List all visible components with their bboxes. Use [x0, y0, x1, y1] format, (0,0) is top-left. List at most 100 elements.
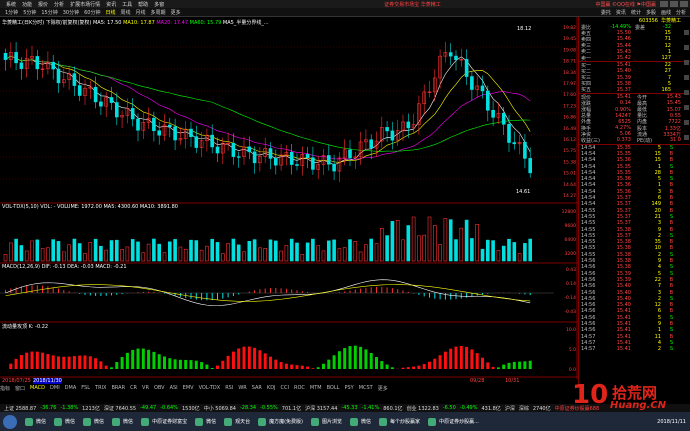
- tick-time: 14:55: [581, 220, 596, 227]
- level-volume: 165: [661, 86, 671, 93]
- indicator-tab[interactable]: RSI: [225, 385, 233, 391]
- menu-item[interactable]: 系统: [6, 1, 16, 8]
- toolbar-right-item[interactable]: 统计: [631, 9, 641, 16]
- indicator-tab[interactable]: 指标: [0, 385, 10, 392]
- indicator-tab[interactable]: EMV: [183, 385, 194, 391]
- tool-icon[interactable]: [684, 60, 689, 65]
- indicator-tab[interactable]: BRAR: [111, 385, 125, 391]
- menu-item[interactable]: 帮助: [138, 1, 148, 8]
- indicator-tab[interactable]: KDJ: [267, 385, 276, 391]
- order-level[interactable]: 卖一 15.42 127: [579, 55, 690, 62]
- taskbar-app[interactable]: 微信: [54, 417, 75, 426]
- stock-name: 华菱精工: [660, 18, 681, 24]
- toolbar-right-item[interactable]: 多股: [646, 9, 656, 16]
- minimize-icon[interactable]: [660, 1, 668, 7]
- tick-time: 14:54: [581, 201, 596, 208]
- tool-icon[interactable]: [684, 75, 689, 80]
- indicator-tab[interactable]: 窗口: [15, 385, 25, 392]
- toolbar-right-item[interactable]: 委托: [601, 9, 611, 16]
- toolbar-right-item[interactable]: 分析: [676, 9, 686, 16]
- volume-bar: [496, 249, 501, 262]
- tick-list[interactable]: 14:54 15.35 5 S 14:54 15.35 15 B 14:54 15.36 15 B 14…: [579, 145, 690, 353]
- kline-chart[interactable]: 19.82 19.45 19.08 18.71 18.34 17.97 17.60 17.23…: [0, 17, 578, 379]
- indicator-tab[interactable]: PSY: [344, 385, 353, 391]
- tool-icon[interactable]: [684, 105, 689, 110]
- indicator-tab[interactable]: MACD: [30, 385, 45, 391]
- tool-icon[interactable]: [684, 120, 689, 125]
- liquidity-bar: [72, 356, 76, 369]
- tick-time: 14:54: [581, 144, 596, 151]
- volume-bar: [3, 254, 8, 262]
- indicator-tab[interactable]: CR: [130, 385, 137, 391]
- taskbar-app[interactable]: 中原证券财富宝: [141, 417, 187, 426]
- liquidity-bar: [512, 361, 516, 369]
- indicator-tab[interactable]: VR: [142, 385, 149, 391]
- taskbar-app[interactable]: 微信: [112, 417, 133, 426]
- tool-icon[interactable]: [684, 135, 689, 140]
- liquidity-bar: [94, 358, 98, 369]
- menu-item[interactable]: 报价: [38, 1, 48, 8]
- indicator-tab[interactable]: OBV: [154, 385, 165, 391]
- stat-value: 14247: [615, 112, 631, 119]
- candle-body: [369, 139, 374, 149]
- indicator-tab[interactable]: 更多: [378, 385, 388, 392]
- period-tab[interactable]: 日线: [106, 9, 116, 16]
- period-tab[interactable]: 30分钟: [63, 9, 79, 16]
- volume-bar: [321, 250, 326, 262]
- indicator-tab[interactable]: CCI: [281, 385, 289, 391]
- menu-item[interactable]: 扩展市场行情: [70, 1, 100, 8]
- liquidity-bar: [221, 360, 225, 369]
- menu-right-links[interactable]: 中国赢 ©QQ在线 ⚑中国赢: [595, 1, 656, 8]
- period-tab[interactable]: 15分钟: [41, 9, 57, 16]
- start-button-icon[interactable]: [3, 414, 17, 429]
- indicator-tab[interactable]: ASI: [170, 385, 178, 391]
- taskbar-app-label: 微信: [361, 419, 372, 425]
- order-level[interactable]: 买五 15.37 165: [579, 86, 690, 94]
- period-tab[interactable]: 月线: [136, 9, 146, 16]
- menu-item[interactable]: 功能: [22, 1, 32, 8]
- indicator-tab[interactable]: FSL: [81, 385, 90, 391]
- toolbar-right-item[interactable]: 画线: [661, 9, 671, 16]
- tick-price: 15.39: [616, 276, 631, 283]
- indicator-tab[interactable]: TRIX: [95, 385, 106, 391]
- maximize-icon[interactable]: [670, 1, 678, 7]
- menu-item[interactable]: 工具: [122, 1, 132, 8]
- taskbar-app[interactable]: 图片浏览: [311, 417, 342, 426]
- period-tab[interactable]: 1分钟: [5, 9, 18, 16]
- taskbar-app[interactable]: 观天台: [224, 417, 250, 426]
- indicator-tab[interactable]: SAR: [252, 385, 262, 391]
- period-tab[interactable]: 周线: [121, 9, 131, 16]
- indicator-tab[interactable]: BOLL: [327, 385, 340, 391]
- toolbar-right-item[interactable]: 资讯: [616, 9, 626, 16]
- close-icon[interactable]: [680, 1, 688, 7]
- indicator-tab[interactable]: WR: [238, 385, 246, 391]
- ma-label: MA10: 17.87: [123, 20, 155, 26]
- taskbar-app[interactable]: 中原证券炒股赢...: [428, 417, 479, 426]
- menu-item[interactable]: 多窗: [154, 1, 164, 8]
- tool-icon[interactable]: [684, 90, 689, 95]
- indicator-tab[interactable]: DMA: [65, 385, 77, 391]
- indicator-tab[interactable]: DMI: [50, 385, 60, 391]
- tick-price: 15.37: [616, 201, 631, 208]
- liquidity-bar: [269, 356, 272, 369]
- tool-icon[interactable]: [684, 30, 689, 35]
- menu-item[interactable]: 资讯: [106, 1, 116, 8]
- taskbar-app[interactable]: 微信: [25, 417, 46, 426]
- tick-side: S: [669, 232, 673, 239]
- taskbar-app[interactable]: 魔方魔(免费版): [258, 417, 303, 426]
- indicator-tab[interactable]: MTM: [310, 385, 322, 391]
- menu-item[interactable]: 分析: [54, 1, 64, 8]
- taskbar-app[interactable]: 微信: [83, 417, 104, 426]
- taskbar-app[interactable]: 微信: [350, 417, 372, 426]
- tool-icon[interactable]: [684, 45, 689, 50]
- indicator-tab[interactable]: ROC: [294, 385, 305, 391]
- period-tab[interactable]: 60分钟: [84, 9, 100, 16]
- period-tab[interactable]: 多周期: [151, 9, 166, 16]
- indicator-tab[interactable]: VOL-TDX: [199, 385, 221, 391]
- indicator-tab[interactable]: MCST: [359, 385, 373, 391]
- taskbar-app[interactable]: 微信: [195, 417, 216, 426]
- liquidity-bar: [57, 356, 60, 369]
- taskbar-app[interactable]: 每个炒股赢家: [379, 417, 420, 426]
- period-tab[interactable]: 5分钟: [23, 9, 36, 16]
- period-tab[interactable]: 更多: [171, 9, 181, 16]
